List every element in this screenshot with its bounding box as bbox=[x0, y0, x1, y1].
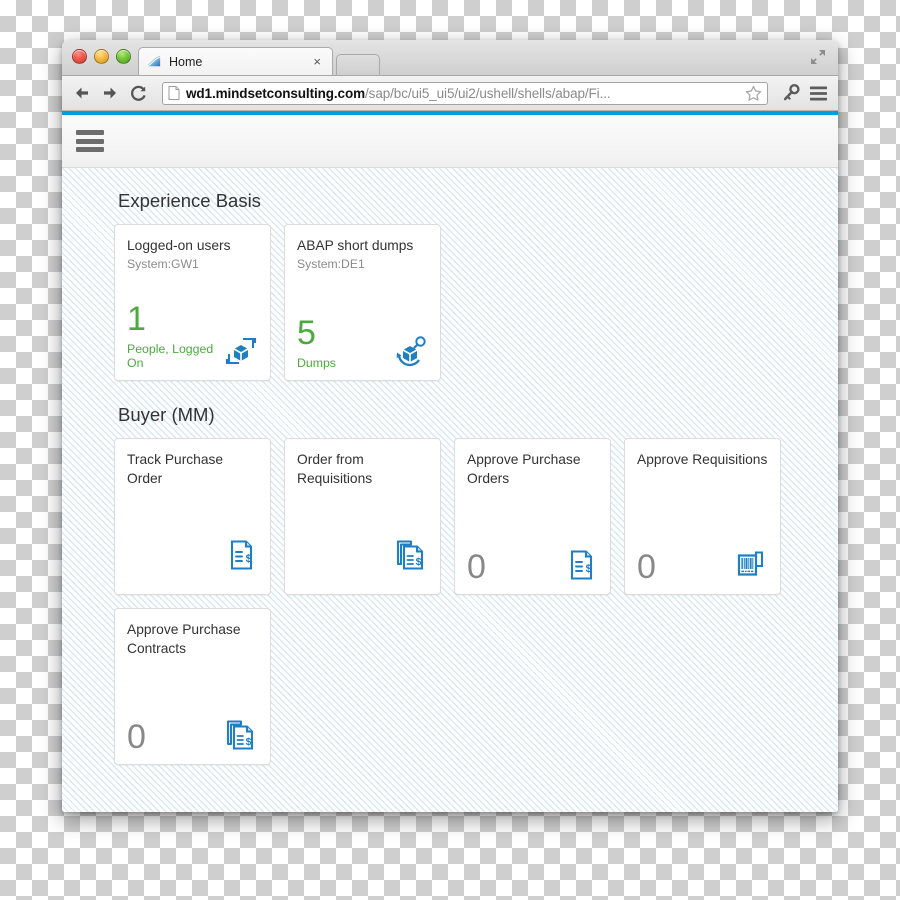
tile-kpi: 0 bbox=[467, 550, 486, 584]
page-icon bbox=[168, 86, 180, 100]
fiori-shell-header bbox=[62, 115, 838, 168]
reload-button[interactable] bbox=[126, 81, 150, 105]
tile-approve-purchase-contracts[interactable]: Approve Purchase Contracts 0 $ bbox=[114, 608, 271, 765]
tile-approve-requisitions[interactable]: Approve Requisitions 0 bbox=[624, 438, 781, 595]
tile-footer: $ bbox=[127, 538, 258, 572]
burger-line bbox=[76, 130, 104, 135]
tile-row: Logged-on users System:GW1 1 People, Log… bbox=[114, 224, 838, 381]
search-object-icon bbox=[396, 336, 426, 367]
burger-line bbox=[76, 147, 104, 152]
tile-footer: 5 Dumps bbox=[297, 316, 428, 370]
address-bar[interactable]: wd1.mindsetconsulting.com/sap/bc/ui5_ui5… bbox=[162, 81, 768, 105]
browser-menu-icon bbox=[810, 86, 827, 100]
sap-favicon-icon bbox=[147, 55, 161, 67]
tile-logged-on-users[interactable]: Logged-on users System:GW1 1 People, Log… bbox=[114, 224, 271, 381]
window-controls bbox=[72, 49, 131, 64]
sync-refresh-icon bbox=[225, 337, 257, 365]
tile-title: Order from Requisitions bbox=[297, 452, 373, 486]
tile-abap-short-dumps[interactable]: ABAP short dumps System:DE1 5 Dumps bbox=[284, 224, 441, 381]
tile-kpi-value: 5 bbox=[297, 314, 316, 352]
tile-subtitle: System:GW1 bbox=[127, 257, 199, 271]
key-button[interactable] bbox=[779, 82, 802, 105]
tile-kpi-value: 0 bbox=[127, 718, 146, 756]
tile-row: Track Purchase Order $ Order from Requis… bbox=[114, 438, 838, 595]
tile-kpi: 0 bbox=[637, 550, 656, 584]
back-arrow-icon bbox=[76, 87, 88, 99]
document-dollar-icon: $ bbox=[230, 540, 253, 570]
burger-line bbox=[76, 138, 104, 144]
tile-subtitle: System:DE1 bbox=[297, 257, 365, 271]
group-title-experience-basis: Experience Basis bbox=[118, 190, 261, 211]
tile-footer: 0 $ bbox=[467, 548, 598, 584]
tile-kpi-value: 0 bbox=[637, 548, 656, 586]
tile-track-purchase-order[interactable]: Track Purchase Order $ bbox=[114, 438, 271, 595]
new-tab-button[interactable] bbox=[336, 54, 380, 75]
tile-footer: 0 bbox=[637, 548, 768, 584]
tile-approve-purchase-orders[interactable]: Approve Purchase Orders 0 $ bbox=[454, 438, 611, 595]
shell-menu-button[interactable] bbox=[76, 130, 104, 152]
key-icon bbox=[783, 83, 800, 101]
copy-documents-dollar-icon: $ bbox=[396, 540, 424, 570]
tile-title: ABAP short dumps bbox=[297, 238, 414, 253]
tile-title: Approve Requisitions bbox=[637, 452, 768, 467]
tile-kpi: 1 People, Logged On bbox=[127, 302, 224, 370]
reload-icon bbox=[130, 85, 146, 101]
tile-kpi-value: 1 bbox=[127, 300, 146, 338]
forward-button[interactable] bbox=[98, 81, 122, 105]
svg-text:$: $ bbox=[416, 556, 422, 568]
tile-kpi-label: People, Logged On bbox=[127, 342, 214, 370]
tile-kpi-label: Dumps bbox=[297, 356, 336, 370]
launchpad-canvas: Experience Basis Logged-on users System:… bbox=[62, 168, 838, 812]
fullscreen-icon[interactable] bbox=[809, 48, 827, 66]
barcode-document-icon bbox=[737, 551, 763, 576]
close-window-button[interactable] bbox=[72, 49, 87, 64]
tile-kpi: 0 bbox=[127, 720, 146, 754]
url-path: /sap/bc/ui5_ui5/ui2/ushell/shells/abap/F… bbox=[365, 85, 611, 101]
url-text: wd1.mindsetconsulting.com/sap/bc/ui5_ui5… bbox=[186, 86, 742, 101]
tile-title: Approve Purchase Orders bbox=[467, 452, 581, 486]
tile-kpi: 5 Dumps bbox=[297, 316, 336, 370]
browser-window: Home × wd1.mindsetconsulting.com/sap/bc/… bbox=[62, 40, 838, 812]
browser-menu-button[interactable] bbox=[807, 82, 830, 105]
tile-title: Track Purchase Order bbox=[127, 452, 224, 486]
svg-text:$: $ bbox=[246, 736, 252, 748]
tab-home[interactable]: Home × bbox=[138, 47, 333, 75]
tile-title: Logged-on users bbox=[127, 238, 231, 253]
forward-arrow-icon bbox=[104, 87, 116, 99]
minimize-window-button[interactable] bbox=[94, 49, 109, 64]
tile-footer: 0 $ bbox=[127, 718, 258, 754]
tile-title: Approve Purchase Contracts bbox=[127, 622, 241, 656]
back-button[interactable] bbox=[70, 81, 94, 105]
svg-text:$: $ bbox=[586, 563, 592, 575]
tab-strip: Home × bbox=[138, 46, 380, 75]
zoom-window-button[interactable] bbox=[116, 49, 131, 64]
svg-text:$: $ bbox=[246, 553, 252, 565]
tile-row: Approve Purchase Contracts 0 $ bbox=[114, 608, 838, 765]
tile-footer: 1 People, Logged On bbox=[127, 302, 258, 370]
tile-footer: $ bbox=[297, 538, 428, 572]
tile-order-from-requisitions[interactable]: Order from Requisitions $ bbox=[284, 438, 441, 595]
tab-title: Home bbox=[169, 54, 203, 69]
tile-kpi-value: 0 bbox=[467, 548, 486, 586]
group-title-buyer-mm: Buyer (MM) bbox=[118, 404, 215, 425]
tab-close-icon[interactable]: × bbox=[310, 55, 324, 68]
document-dollar-icon: $ bbox=[570, 550, 593, 580]
url-host: wd1.mindsetconsulting.com bbox=[186, 85, 366, 101]
bookmark-star-icon[interactable] bbox=[745, 85, 762, 102]
browser-titlebar: Home × bbox=[62, 40, 838, 76]
browser-toolbar: wd1.mindsetconsulting.com/sap/bc/ui5_ui5… bbox=[62, 76, 838, 111]
copy-documents-dollar-icon: $ bbox=[226, 720, 254, 750]
